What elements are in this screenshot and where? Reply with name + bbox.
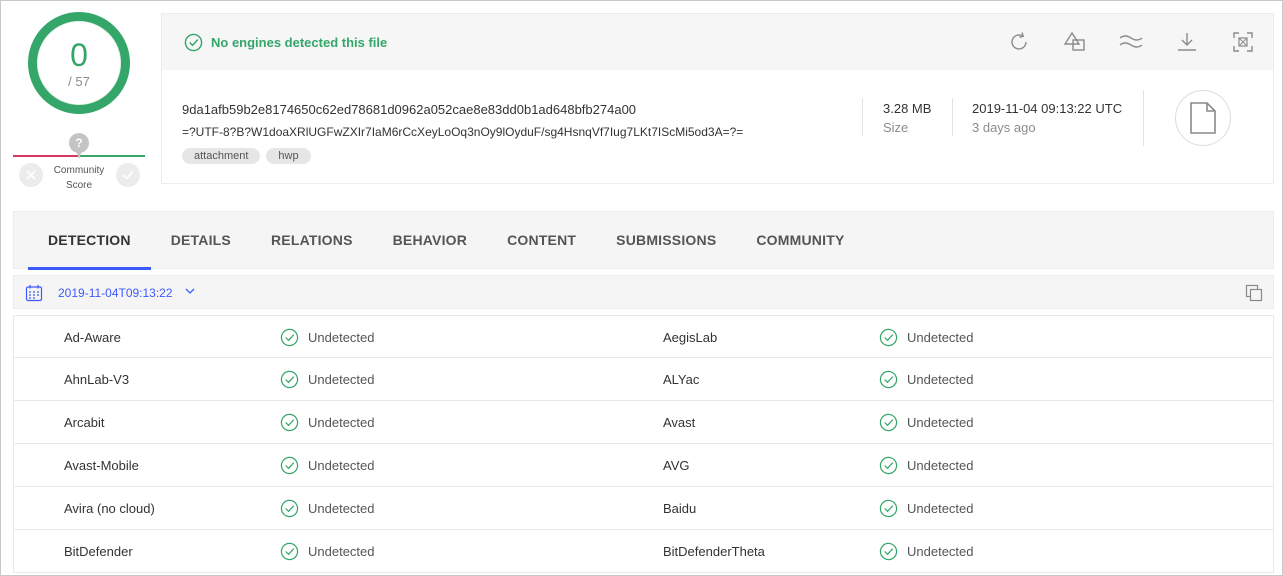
file-hash[interactable]: 9da1afb59b2e8174650c62ed78681d0962a052ca…: [182, 102, 636, 117]
check-circle-icon: [280, 542, 299, 561]
expand-icon: [1233, 32, 1253, 52]
question-icon: ?: [69, 133, 89, 153]
community-score-bar-negative: [13, 155, 79, 157]
divider: [862, 98, 863, 136]
table-row: Arcabit Undetected Avast Undetected: [13, 401, 1274, 444]
file-size-value: 3.28 MB: [883, 101, 932, 116]
community-score: ? Community Score: [13, 131, 145, 193]
vote-malicious-button[interactable]: [19, 163, 43, 187]
engine-result: Undetected: [280, 499, 375, 518]
table-row: BitDefender Undetected BitDefenderTheta Und…: [13, 530, 1274, 573]
download-button[interactable]: [1173, 28, 1201, 56]
engine-total: / 57: [68, 73, 90, 89]
engine-name: Avira (no cloud): [64, 501, 155, 516]
engine-name: BitDefender: [64, 544, 133, 559]
divider: [1143, 90, 1144, 146]
table-row: AhnLab-V3 Undetected ALYac Undetected: [13, 358, 1274, 401]
file-icon: [1190, 102, 1216, 134]
check-circle-icon: [280, 456, 299, 475]
tag-attachment[interactable]: attachment: [182, 148, 261, 164]
check-circle-icon: [184, 33, 203, 52]
analysis-date-select[interactable]: 2019-11-04T09:13:22: [58, 286, 173, 300]
check-circle-icon: [879, 328, 898, 347]
engine-result: Undetected: [879, 413, 974, 432]
detection-score-gauge: 0 / 57: [28, 12, 130, 114]
tab-detection[interactable]: DETECTION: [14, 212, 151, 270]
file-tags: attachment hwp: [182, 148, 317, 164]
vote-harmless-button[interactable]: [116, 163, 140, 187]
api-button[interactable]: [1229, 28, 1257, 56]
download-icon: [1178, 33, 1196, 51]
engine-result: Undetected: [879, 370, 974, 389]
tab-behavior[interactable]: BEHAVIOR: [373, 212, 487, 268]
engine-name: ALYac: [663, 372, 700, 387]
engine-result: Undetected: [879, 456, 974, 475]
check-circle-icon: [879, 413, 898, 432]
engine-result: Undetected: [879, 499, 974, 518]
file-actions: [977, 28, 1257, 56]
detection-status-text: No engines detected this file: [211, 35, 388, 50]
analysis-date-relative: 3 days ago: [972, 120, 1036, 135]
waves-icon: [1119, 35, 1143, 48]
file-status-bar: No engines detected this file: [162, 14, 1273, 70]
check-circle-icon: [879, 542, 898, 561]
tab-relations[interactable]: RELATIONS: [251, 212, 373, 268]
community-score-bar-positive: [79, 155, 145, 157]
tag-hwp[interactable]: hwp: [266, 148, 311, 164]
analysis-date-bar: 2019-11-04T09:13:22: [13, 275, 1274, 309]
file-name: =?UTF-8?B?W1doaXRlUGFwZXIr7IaM6rCcXeyLoO…: [182, 125, 744, 139]
check-icon: [122, 170, 134, 180]
reanalyze-button[interactable]: [1005, 28, 1033, 56]
engine-result: Undetected: [280, 413, 375, 432]
engine-name: Baidu: [663, 501, 697, 516]
file-summary-card: No engines detected this file 9da1afb59b…: [161, 13, 1274, 184]
copy-icon[interactable]: [1245, 284, 1263, 302]
engine-result: Undetected: [280, 456, 375, 475]
analysis-date-value: 2019-11-04 09:13:22 UTC: [972, 101, 1123, 116]
table-row: Avira (no cloud) Undetected Baidu Undetecte…: [13, 487, 1274, 530]
engine-name: Ad-Aware: [64, 330, 121, 345]
tab-content[interactable]: CONTENT: [487, 212, 596, 268]
engine-name: Arcabit: [64, 415, 105, 430]
chevron-down-icon[interactable]: [185, 288, 195, 295]
engine-name: AVG: [663, 458, 690, 473]
table-row: Avast-Mobile Undetected AVG Undetected: [13, 444, 1274, 487]
graph-button[interactable]: [1117, 28, 1145, 56]
calendar-icon: [25, 285, 43, 302]
engine-name: BitDefenderTheta: [663, 544, 765, 559]
check-circle-icon: [280, 413, 299, 432]
report-tabs: DETECTION DETAILS RELATIONS BEHAVIOR CON…: [13, 211, 1274, 270]
engine-name: AhnLab-V3: [64, 372, 130, 387]
file-type-badge: [1175, 90, 1231, 146]
check-circle-icon: [280, 499, 299, 518]
divider: [952, 98, 953, 136]
engine-result: Undetected: [280, 328, 375, 347]
community-score-label: Community Score: [53, 165, 105, 191]
table-row: Ad-Aware Undetected AegisLab Undetected: [13, 315, 1274, 358]
engine-result: Undetected: [280, 542, 375, 561]
check-circle-icon: [879, 456, 898, 475]
detection-status: No engines detected this file: [184, 33, 387, 52]
engine-name: Avast: [663, 415, 696, 430]
check-circle-icon: [879, 370, 898, 389]
check-circle-icon: [280, 328, 299, 347]
engine-result: Undetected: [280, 370, 375, 389]
detection-count: 0: [70, 36, 88, 73]
engine-name: Avast-Mobile: [64, 458, 139, 473]
close-icon: [26, 170, 36, 180]
check-circle-icon: [879, 499, 898, 518]
shapes-icon: [1063, 31, 1085, 51]
file-size-label: Size: [883, 120, 909, 135]
refresh-icon: [1011, 32, 1027, 50]
detection-results-table: Ad-Aware Undetected AegisLab Undetected AhnL…: [13, 315, 1274, 573]
engine-result: Undetected: [879, 542, 974, 561]
similar-files-button[interactable]: [1061, 28, 1089, 56]
engine-result: Undetected: [879, 328, 974, 347]
engine-name: AegisLab: [663, 330, 718, 345]
tab-community[interactable]: COMMUNITY: [736, 212, 864, 268]
check-circle-icon: [280, 370, 299, 389]
tab-submissions[interactable]: SUBMISSIONS: [596, 212, 736, 268]
tab-details[interactable]: DETAILS: [151, 212, 251, 268]
